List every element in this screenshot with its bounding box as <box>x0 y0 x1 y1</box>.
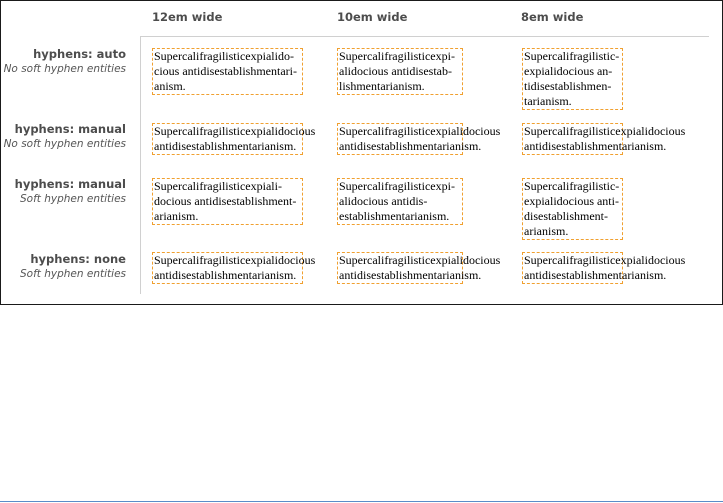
row-label-4: hyphens: none Soft hyphen entities <box>20 252 126 282</box>
text-line: Supercalifragilisticexpialidocious <box>154 253 316 267</box>
text-line: expialidocious anti- <box>524 194 619 208</box>
column-header-8em: 8em wide <box>521 10 584 24</box>
text-line: Supercalifragilistic- <box>524 179 620 193</box>
hyphens-demo-frame: 12em wide 10em wide 8em wide hyphens: au… <box>0 0 723 305</box>
text-line: arianism. <box>154 209 199 223</box>
text-line: docious antidisestablishment- <box>154 194 297 208</box>
text-line: alidocious antidisestab- <box>339 64 452 78</box>
row-label-2: hyphens: manual No soft hyphen entities <box>4 122 126 152</box>
column-header-12em: 12em wide <box>152 10 223 24</box>
row-label-1: hyphens: auto No soft hyphen entities <box>4 47 126 77</box>
text-line: Supercalifragilisticexpialidocious <box>339 124 501 138</box>
demo-box-manual-8em: Supercalifragilisticexpialidocious antid… <box>522 123 686 155</box>
demo-box-manual-shy-12em: Supercalifragilisticexpiali- docious ant… <box>152 178 303 225</box>
text-line: lishmentarianism. <box>339 79 425 93</box>
text-line: establishmentarianism. <box>339 209 450 223</box>
text-line: Supercalifragilisticexpialidocious <box>154 124 316 138</box>
text-line: antidisestablishmentarianism. <box>524 268 667 282</box>
text-line: antidisestablishmentarianism. <box>339 139 482 153</box>
text-line: disestablishment- <box>524 209 608 223</box>
row-subtitle: No soft hyphen entities <box>3 63 126 75</box>
text-line: Supercalifragilisticexpialidocious <box>524 253 686 267</box>
text-line: antidisestablishmentarianism. <box>154 139 297 153</box>
text-line: tidisestablishmen- <box>524 79 612 93</box>
label-column-divider <box>140 36 141 294</box>
text-line: antidisestablishmentarianism. <box>524 139 667 153</box>
header-divider <box>141 36 709 37</box>
page-bottom-divider <box>0 501 723 502</box>
row-title: hyphens: none <box>30 252 126 266</box>
row-subtitle: No soft hyphen entities <box>3 138 126 150</box>
text-line: Supercalifragilistic- <box>524 49 620 63</box>
demo-box-manual-shy-10em: Supercalifragilisticexpi- alidocious ant… <box>337 178 463 225</box>
demo-box-none-8em: Supercalifragilisticexpialidocious antid… <box>522 252 686 284</box>
text-line: Supercalifragilisticexpialido- <box>154 49 294 63</box>
text-line: Supercalifragilisticexpi- <box>339 179 455 193</box>
column-header-10em: 10em wide <box>337 10 408 24</box>
text-line: expialidocious an- <box>524 64 613 78</box>
demo-box-manual-shy-8em: Supercalifragilistic- expialidocious ant… <box>522 178 623 240</box>
row-subtitle: Soft hyphen entities <box>20 268 126 280</box>
text-line: antidisestablishmentarianism. <box>154 268 297 282</box>
demo-box-none-12em: Supercalifragilisticexpialidocious antid… <box>152 252 316 284</box>
text-line: arianism. <box>524 224 569 238</box>
text-line: tarianism. <box>524 94 572 108</box>
row-title: hyphens: manual <box>14 177 126 191</box>
row-subtitle: Soft hyphen entities <box>20 193 126 205</box>
demo-box-auto-8em: Supercalifragilistic- expialidocious an-… <box>522 48 623 110</box>
text-line: anism. <box>154 79 186 93</box>
demo-box-none-10em: Supercalifragilisticexpialidocious antid… <box>337 252 501 284</box>
text-line: alidocious antidis- <box>339 194 428 208</box>
text-line: Supercalifragilisticexpi- <box>339 49 455 63</box>
text-line: Supercalifragilisticexpialidocious <box>524 124 686 138</box>
row-label-3: hyphens: manual Soft hyphen entities <box>15 177 126 207</box>
demo-box-manual-12em: Supercalifragilisticexpialidocious antid… <box>152 123 316 155</box>
text-line: antidisestablishmentarianism. <box>339 268 482 282</box>
text-line: cious antidisestablishmentari- <box>154 64 297 78</box>
demo-box-auto-10em: Supercalifragilisticexpi- alidocious ant… <box>337 48 463 95</box>
row-title: hyphens: manual <box>14 122 126 136</box>
row-title: hyphens: auto <box>33 47 126 61</box>
demo-box-manual-10em: Supercalifragilisticexpialidocious antid… <box>337 123 501 155</box>
demo-box-auto-12em: Supercalifragilisticexpialido- cious ant… <box>152 48 303 95</box>
text-line: Supercalifragilisticexpiali- <box>154 179 282 193</box>
text-line: Supercalifragilisticexpialidocious <box>339 253 501 267</box>
